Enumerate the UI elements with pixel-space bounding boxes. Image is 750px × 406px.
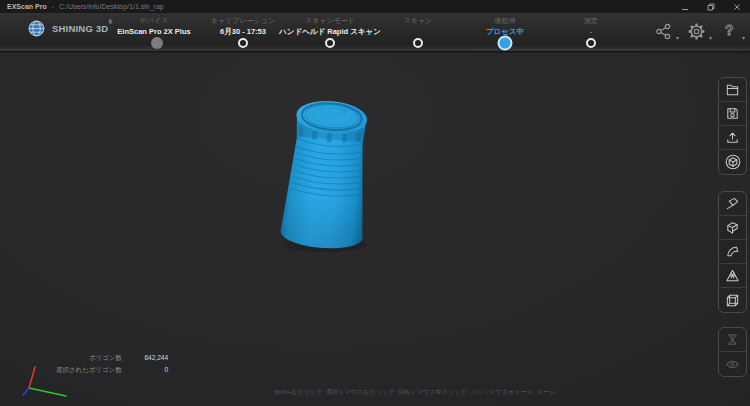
save-icon xyxy=(725,106,740,121)
maximize-button[interactable] xyxy=(698,0,724,13)
app-title: EXScan Pro xyxy=(7,3,47,10)
restore-icon xyxy=(707,3,715,11)
step-dot-measure[interactable] xyxy=(586,38,596,48)
step-measure[interactable]: 測定 - xyxy=(526,16,656,37)
open-project-button[interactable] xyxy=(719,78,746,102)
settings-button[interactable]: ▾ xyxy=(685,19,707,43)
viewport-3d[interactable]: ポリゴン数 642,244 選択されたポリゴン数 0 Shift+左クリック: … xyxy=(0,53,750,406)
visibility-icon xyxy=(725,357,740,372)
minimize-icon xyxy=(681,3,689,11)
lasso-select-button[interactable] xyxy=(719,192,746,216)
lasso-select-icon xyxy=(725,196,740,211)
cutting-plane-button[interactable] xyxy=(719,216,746,240)
gear-icon xyxy=(688,23,705,40)
header: SHINING 3D® デバイス EinScan Pro 2X Plus キャリ… xyxy=(0,13,750,52)
step-dot-calibration[interactable] xyxy=(238,38,248,48)
model-view-icon xyxy=(725,154,741,170)
mesh-icon xyxy=(725,268,740,283)
open-project-icon xyxy=(725,82,740,97)
save-button[interactable] xyxy=(719,102,746,126)
cutting-plane-icon xyxy=(725,220,740,235)
toolbar-view-group xyxy=(718,327,747,377)
titlebar: EXScan Pro - C:/Users/info/Desktop/1/1.s… xyxy=(0,0,750,13)
svg-text:?: ? xyxy=(725,22,734,38)
flip-normals-button[interactable] xyxy=(719,328,746,352)
share-button[interactable]: ▾ xyxy=(652,19,674,43)
toolbar-edit-group xyxy=(718,191,747,313)
step-dot-device[interactable] xyxy=(151,37,163,49)
minimize-button[interactable] xyxy=(672,0,698,13)
model-view-button[interactable] xyxy=(719,150,746,174)
close-button[interactable] xyxy=(724,0,750,13)
bounding-box-button[interactable] xyxy=(719,288,746,312)
surface-patch-button[interactable] xyxy=(719,240,746,264)
mouse-hint: Shift+左クリック: 選択 | マウス左クリック: 回転 | マウス中クリッ… xyxy=(80,388,750,397)
project-path: C:/Users/info/Desktop/1/1.sln_rap xyxy=(59,3,164,10)
bounding-box-icon xyxy=(725,293,740,308)
help-icon: ? xyxy=(721,22,737,40)
axis-gizmo xyxy=(4,350,74,404)
mesh-button[interactable] xyxy=(719,264,746,288)
step-dot-postprocess[interactable] xyxy=(498,36,513,51)
step-dot-scan-mode[interactable] xyxy=(325,38,335,48)
export-icon xyxy=(725,130,740,145)
step-dot-scan[interactable] xyxy=(413,38,423,48)
globe-icon xyxy=(28,20,45,37)
surface-patch-icon xyxy=(725,244,740,259)
share-icon xyxy=(655,23,672,40)
toolbar-file-group xyxy=(718,77,747,175)
help-button[interactable]: ? ▾ xyxy=(718,19,740,43)
visibility-button[interactable] xyxy=(719,352,746,376)
export-button[interactable] xyxy=(719,126,746,150)
close-icon xyxy=(733,3,741,11)
scanned-cup-mesh[interactable] xyxy=(270,93,390,263)
flip-normals-icon xyxy=(725,332,740,347)
